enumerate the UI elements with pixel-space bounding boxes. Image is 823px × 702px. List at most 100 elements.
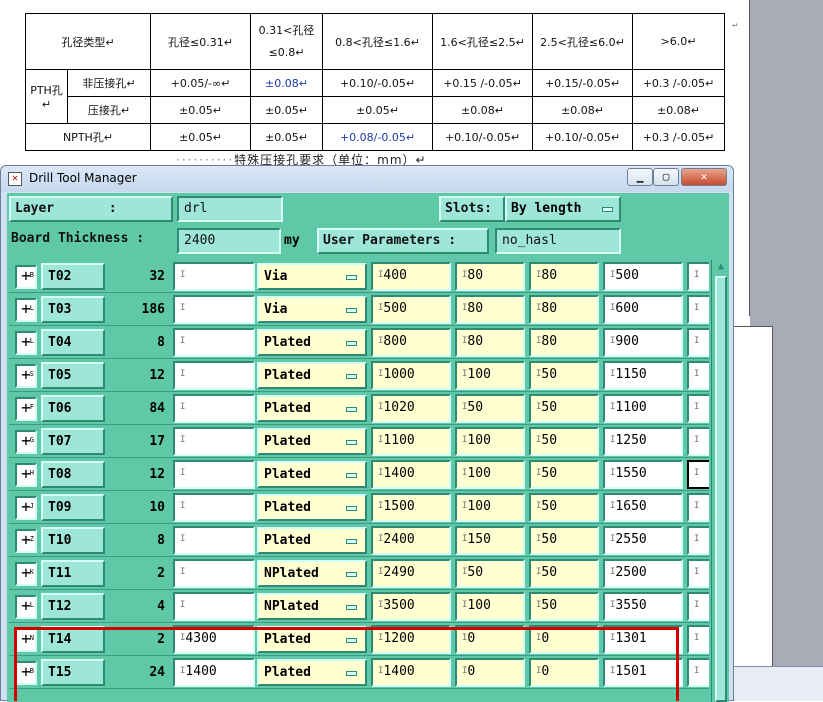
tool-value-field[interactable]: I50 [529, 427, 599, 456]
tool-name-button[interactable]: T06 [41, 395, 105, 422]
tool-value-field[interactable]: I500 [603, 262, 683, 291]
tool-value-field[interactable]: I1250 [603, 427, 683, 456]
tool-type-select[interactable]: Via [257, 263, 367, 290]
scroll-up-icon[interactable]: ▲ [714, 260, 728, 274]
expand-icon[interactable]: + K [15, 562, 37, 586]
tool-value-field[interactable]: I100 [455, 493, 525, 522]
expand-icon[interactable]: + B [15, 661, 37, 685]
tool-value-field[interactable]: I80 [529, 262, 599, 291]
tool-value-field[interactable]: I1200 [371, 625, 451, 654]
tool-value-field[interactable]: I1000 [371, 361, 451, 390]
tool-name-button[interactable]: T09 [41, 494, 105, 521]
tool-name-button[interactable]: T12 [41, 593, 105, 620]
user-parameters-button[interactable]: User Parameters : [317, 228, 489, 254]
tool-value-field[interactable]: I50 [529, 526, 599, 555]
tool-value-field[interactable]: I50 [455, 394, 525, 423]
tool-value-field[interactable]: I80 [455, 328, 525, 357]
tool-name-button[interactable]: T15 [41, 659, 105, 686]
tool-value-field[interactable]: I1150 [603, 361, 683, 390]
tool-value-field[interactable]: I [687, 427, 709, 456]
tool-value-field[interactable]: I [687, 328, 709, 357]
tool-value-field[interactable]: I1100 [371, 427, 451, 456]
tool-value-field[interactable]: I [687, 460, 709, 489]
title-bar[interactable]: ✕ Drill Tool Manager ▁ ▢ ✕ [1, 166, 733, 192]
tool-value-field[interactable]: I100 [455, 460, 525, 489]
tool-type-select[interactable]: Via [257, 296, 367, 323]
tool-value-field[interactable]: I [173, 328, 255, 357]
tool-value-field[interactable]: I [173, 361, 255, 390]
tool-name-button[interactable]: T04 [41, 329, 105, 356]
tool-value-field[interactable]: I50 [529, 394, 599, 423]
tool-type-select[interactable]: NPlated [257, 560, 367, 587]
tool-value-field[interactable]: I0 [529, 658, 599, 687]
tool-value-field[interactable]: I0 [529, 625, 599, 654]
expand-icon[interactable]: + S [15, 364, 37, 388]
expand-icon[interactable]: + H [15, 463, 37, 487]
layer-field[interactable]: drl [177, 196, 283, 222]
minimize-button[interactable]: ▁ [627, 168, 653, 186]
tool-value-field[interactable]: I500 [371, 295, 451, 324]
tool-type-select[interactable]: Plated [257, 428, 367, 455]
tool-value-field[interactable]: I [173, 460, 255, 489]
scrollbar-thumb[interactable] [715, 276, 727, 702]
tool-type-select[interactable]: Plated [257, 395, 367, 422]
expand-icon[interactable]: + N [15, 628, 37, 652]
user-parameters-field[interactable]: no_hasl [495, 228, 621, 254]
tool-type-select[interactable]: Plated [257, 659, 367, 686]
tool-value-field[interactable]: I150 [455, 526, 525, 555]
tool-value-field[interactable]: I50 [529, 559, 599, 588]
tool-value-field[interactable]: I [687, 295, 709, 324]
tool-value-field[interactable]: I [173, 295, 255, 324]
tool-value-field[interactable]: I [687, 361, 709, 390]
tool-value-field[interactable]: I1650 [603, 493, 683, 522]
tool-value-field[interactable]: I [173, 493, 255, 522]
tool-value-field[interactable]: I [173, 427, 255, 456]
tool-value-field[interactable]: I50 [455, 559, 525, 588]
tool-value-field[interactable]: I50 [529, 361, 599, 390]
tool-value-field[interactable]: I0 [455, 625, 525, 654]
tool-type-select[interactable]: Plated [257, 362, 367, 389]
tool-value-field[interactable]: I2550 [603, 526, 683, 555]
tool-value-field[interactable]: I [687, 559, 709, 588]
tool-value-field[interactable]: I1550 [603, 460, 683, 489]
tool-name-button[interactable]: T02 [41, 263, 105, 290]
tool-value-field[interactable]: I2500 [603, 559, 683, 588]
tool-name-button[interactable]: T03 [41, 296, 105, 323]
tool-value-field[interactable]: I [173, 526, 255, 555]
tool-value-field[interactable]: I [687, 625, 709, 654]
tool-value-field[interactable]: I50 [529, 592, 599, 621]
tool-value-field[interactable]: I4300 [173, 625, 255, 654]
tool-name-button[interactable]: T05 [41, 362, 105, 389]
tool-value-field[interactable]: I80 [529, 328, 599, 357]
tool-value-field[interactable]: I [173, 262, 255, 291]
slots-select[interactable]: By length [505, 196, 621, 222]
board-thickness-field[interactable]: 2400 [177, 228, 281, 254]
tool-value-field[interactable]: I [173, 559, 255, 588]
tool-value-field[interactable]: I600 [603, 295, 683, 324]
tool-value-field[interactable]: I2400 [371, 526, 451, 555]
expand-icon[interactable]: + L [15, 298, 37, 322]
tool-type-select[interactable]: Plated [257, 626, 367, 653]
tool-value-field[interactable]: I900 [603, 328, 683, 357]
tool-value-field[interactable]: I100 [455, 592, 525, 621]
tool-value-field[interactable]: I [687, 394, 709, 423]
tool-value-field[interactable]: I [687, 262, 709, 291]
tool-name-button[interactable]: T14 [41, 626, 105, 653]
tool-value-field[interactable]: I [687, 493, 709, 522]
tool-value-field[interactable]: I1501 [603, 658, 683, 687]
tool-value-field[interactable]: I50 [529, 460, 599, 489]
tool-name-button[interactable]: T08 [41, 461, 105, 488]
tool-value-field[interactable]: I [687, 658, 709, 687]
tool-value-field[interactable]: I100 [455, 427, 525, 456]
tool-value-field[interactable]: I1500 [371, 493, 451, 522]
close-button[interactable]: ✕ [681, 168, 727, 186]
tool-value-field[interactable]: I1400 [173, 658, 255, 687]
tool-type-select[interactable]: Plated [257, 527, 367, 554]
tool-type-select[interactable]: NPlated [257, 593, 367, 620]
tool-type-select[interactable]: Plated [257, 329, 367, 356]
expand-icon[interactable]: + B [15, 265, 37, 289]
tool-value-field[interactable]: I80 [529, 295, 599, 324]
tool-value-field[interactable]: I80 [455, 295, 525, 324]
tool-value-field[interactable]: I400 [371, 262, 451, 291]
tool-value-field[interactable]: I1020 [371, 394, 451, 423]
